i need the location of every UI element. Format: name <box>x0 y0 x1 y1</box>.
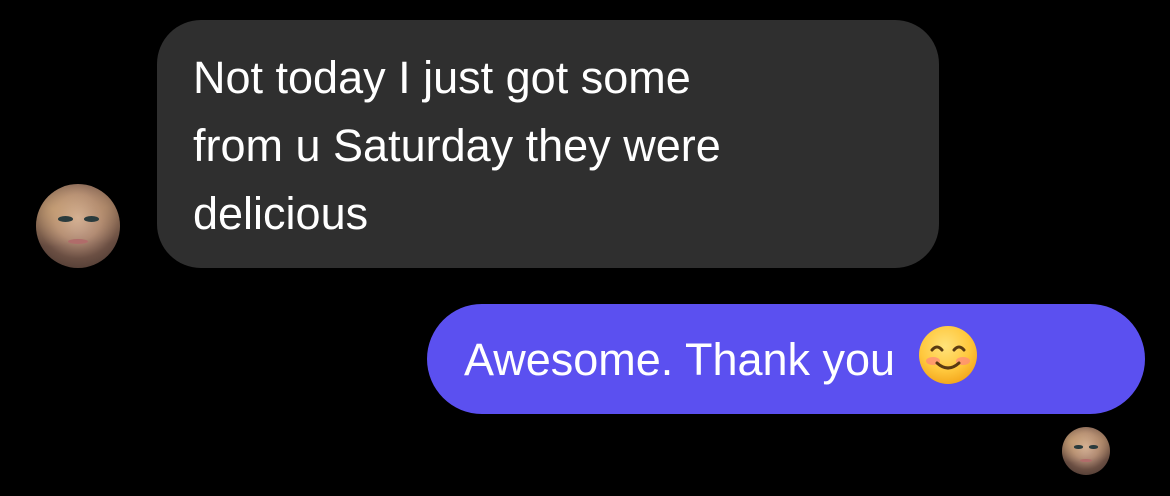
avatar-lips <box>1080 458 1092 462</box>
avatar-eye-right <box>83 215 99 222</box>
incoming-message-line: Not today I just got some <box>193 52 691 103</box>
avatar-eye-left <box>57 215 73 222</box>
sender-avatar[interactable] <box>36 184 120 268</box>
incoming-message-line: delicious <box>193 188 369 239</box>
avatar-hair <box>1062 427 1110 475</box>
incoming-message-line: from u Saturday they were <box>193 120 721 171</box>
outgoing-message-bubble[interactable]: Awesome. Thank you <box>427 304 1145 414</box>
avatar-eye-right <box>1089 445 1098 449</box>
read-receipt-avatar <box>1062 427 1110 475</box>
chat-thread: Not today I just got some from u Saturda… <box>0 0 1170 496</box>
outgoing-message-text: Awesome. Thank you <box>464 334 896 385</box>
avatar-hair <box>36 184 120 268</box>
avatar-eye-left <box>1074 445 1084 449</box>
incoming-message-bubble[interactable]: Not today I just got some from u Saturda… <box>157 20 939 268</box>
smiling-face-emoji-icon <box>918 326 977 384</box>
